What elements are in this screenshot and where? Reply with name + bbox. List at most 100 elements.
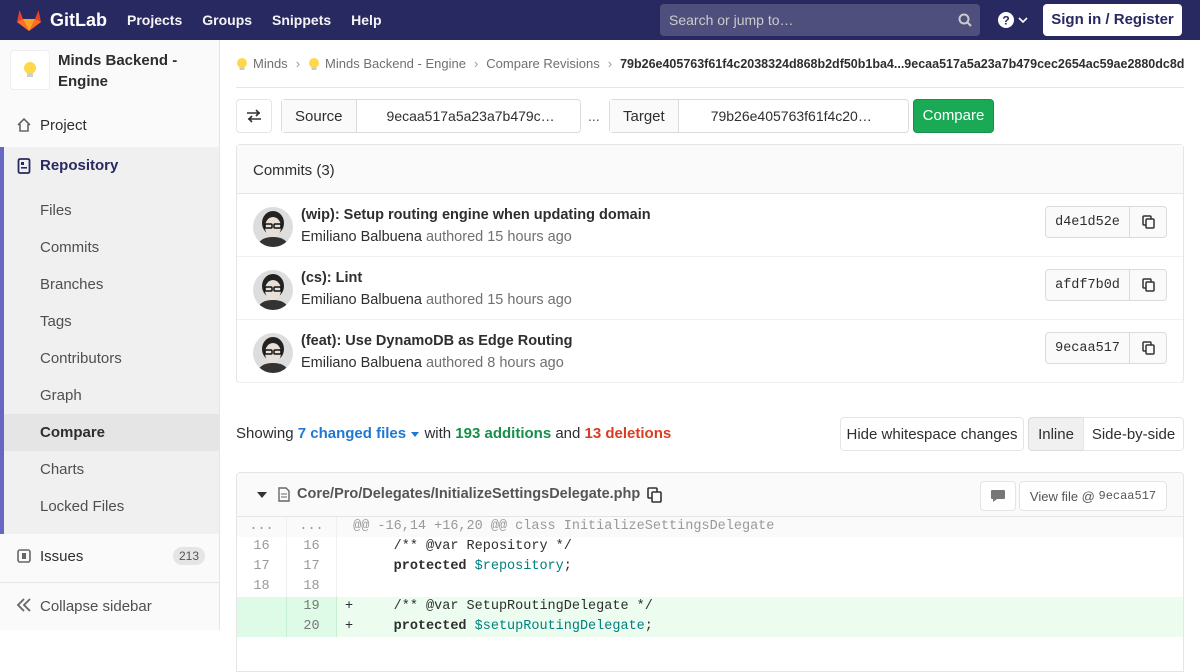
code-variable: $setupRoutingDelegate bbox=[474, 619, 645, 634]
source-selector[interactable]: Source 9ecaa517a5a23a7b479c… bbox=[281, 99, 581, 133]
sidebar-item-tags[interactable]: Tags bbox=[40, 313, 72, 330]
source-value: 9ecaa517a5a23a7b479c… bbox=[386, 108, 555, 124]
nav-groups[interactable]: Groups bbox=[202, 12, 252, 28]
sidebar-item-graph[interactable]: Graph bbox=[40, 387, 82, 404]
sidebar-item-commits[interactable]: Commits bbox=[40, 239, 99, 256]
author-avatar[interactable] bbox=[253, 270, 293, 310]
commit-author[interactable]: Emiliano Balbuena bbox=[301, 292, 422, 308]
breadcrumb-current[interactable]: 79b26e405763f61f4c2038324d868b2df50b1ba4… bbox=[620, 57, 1184, 71]
commit-title[interactable]: (cs): Lint bbox=[301, 270, 362, 286]
diff-line: ...... @@ -16,14 +16,20 @@ class Initial… bbox=[237, 517, 1183, 537]
copy-sha-button[interactable] bbox=[1130, 207, 1166, 237]
code-text: protected bbox=[361, 619, 475, 634]
swap-revisions-button[interactable] bbox=[236, 99, 272, 133]
sidebar-item-project[interactable]: Project bbox=[0, 112, 219, 138]
deletions-count: 13 deletions bbox=[584, 425, 672, 442]
breadcrumb-compare[interactable]: Compare Revisions bbox=[486, 56, 599, 71]
commit-row: (wip): Setup routing engine when updatin… bbox=[237, 194, 1183, 257]
code-text: @@ -16,14 +16,20 @@ class InitializeSett… bbox=[353, 519, 775, 534]
file-icon bbox=[278, 487, 290, 502]
sidebar-item-contributors[interactable]: Contributors bbox=[40, 350, 122, 367]
commit-sha-button[interactable]: 9ecaa517 bbox=[1046, 333, 1130, 363]
target-selector[interactable]: Target 79b26e405763f61f4c20… bbox=[609, 99, 909, 133]
copy-sha-button[interactable] bbox=[1130, 270, 1166, 300]
sign-in-button[interactable]: Sign in / Register bbox=[1043, 4, 1182, 36]
help-dropdown[interactable]: ? bbox=[998, 12, 1028, 28]
commit-author-line: Emiliano Balbuena authored 15 hours ago bbox=[301, 229, 572, 245]
old-line-number[interactable] bbox=[237, 617, 287, 637]
commit-author[interactable]: Emiliano Balbuena bbox=[301, 355, 422, 371]
gitlab-logo[interactable]: GitLab bbox=[16, 8, 107, 32]
sidebar-item-locked-files[interactable]: Locked Files bbox=[40, 498, 124, 515]
code-end: ; bbox=[563, 559, 572, 574]
commit-title[interactable]: (wip): Setup routing engine when updatin… bbox=[301, 207, 651, 223]
target-label: Target bbox=[610, 100, 679, 132]
commit-sha-button[interactable]: d4e1d52e bbox=[1046, 207, 1130, 237]
hide-whitespace-button[interactable]: Hide whitespace changes bbox=[840, 417, 1024, 451]
sidebar-item-files[interactable]: Files bbox=[40, 202, 72, 219]
old-line-number[interactable]: ... bbox=[237, 517, 287, 537]
question-icon: ? bbox=[998, 12, 1014, 28]
old-line-number[interactable] bbox=[237, 597, 287, 617]
code-end: ; bbox=[644, 619, 653, 634]
diff-stats: Showing 7 changed files with 193 additio… bbox=[236, 425, 671, 442]
diff-line: 18 18 bbox=[237, 577, 1183, 597]
new-line-number[interactable]: 16 bbox=[287, 537, 337, 557]
code-variable: $repository bbox=[474, 559, 564, 574]
breadcrumb-minds[interactable]: Minds bbox=[253, 56, 288, 71]
code-text: protected bbox=[361, 559, 475, 574]
author-avatar[interactable] bbox=[253, 207, 293, 247]
old-line-number[interactable]: 18 bbox=[237, 577, 287, 597]
changed-files-label: 7 changed files bbox=[297, 425, 407, 442]
lightbulb-icon bbox=[237, 57, 247, 70]
commit-title[interactable]: (feat): Use DynamoDB as Edge Routing bbox=[301, 333, 573, 349]
compare-ellipsis: ... bbox=[588, 108, 600, 124]
home-icon bbox=[17, 117, 31, 132]
commit-time: authored 8 hours ago bbox=[425, 355, 564, 371]
new-line-number[interactable]: 18 bbox=[287, 577, 337, 597]
author-avatar[interactable] bbox=[253, 333, 293, 373]
collapse-caret-icon[interactable] bbox=[257, 491, 267, 499]
breadcrumb-project[interactable]: Minds Backend - Engine bbox=[325, 56, 466, 71]
copy-icon bbox=[1141, 341, 1155, 355]
sidebar-item-charts[interactable]: Charts bbox=[40, 461, 84, 478]
comment-button[interactable] bbox=[980, 481, 1016, 511]
commit-row: (feat): Use DynamoDB as Edge Routing Emi… bbox=[237, 320, 1183, 383]
code-sign bbox=[345, 579, 353, 594]
sidebar-item-compare[interactable]: Compare bbox=[40, 424, 105, 441]
commit-author-line: Emiliano Balbuena authored 15 hours ago bbox=[301, 292, 572, 308]
copy-icon[interactable] bbox=[647, 487, 662, 503]
old-line-number[interactable]: 16 bbox=[237, 537, 287, 557]
view-file-label: View file @ bbox=[1029, 488, 1095, 504]
view-file-button[interactable]: View file @ 9ecaa517 bbox=[1019, 481, 1167, 511]
code-sign bbox=[345, 559, 353, 574]
new-line-number[interactable]: 20 bbox=[287, 617, 337, 637]
chevron-down-icon bbox=[1018, 17, 1028, 24]
new-line-number[interactable]: 19 bbox=[287, 597, 337, 617]
new-line-number[interactable]: ... bbox=[287, 517, 337, 537]
diff-line: 19 + /** @var SetupRoutingDelegate */ bbox=[237, 597, 1183, 617]
new-line-number[interactable]: 17 bbox=[287, 557, 337, 577]
copy-icon bbox=[1141, 278, 1155, 292]
old-line-number[interactable]: 17 bbox=[237, 557, 287, 577]
collapse-sidebar-button[interactable]: Collapse sidebar bbox=[0, 582, 219, 630]
compare-button[interactable]: Compare bbox=[913, 99, 994, 133]
code-sign: + bbox=[345, 619, 354, 634]
changed-files-dropdown[interactable]: 7 changed files bbox=[298, 425, 421, 442]
inline-view-button[interactable]: Inline bbox=[1028, 417, 1084, 451]
repository-icon bbox=[17, 157, 31, 174]
sidebar-item-issues[interactable]: Issues 213 bbox=[0, 543, 219, 569]
sidebar-item-branches[interactable]: Branches bbox=[40, 276, 103, 293]
sidebar-item-label: Repository bbox=[40, 157, 119, 174]
file-path[interactable]: Core/Pro/Delegates/InitializeSettingsDel… bbox=[297, 486, 640, 502]
commit-sha-button[interactable]: afdf7b0d bbox=[1046, 270, 1130, 300]
nav-help[interactable]: Help bbox=[351, 12, 381, 28]
commit-author[interactable]: Emiliano Balbuena bbox=[301, 229, 422, 245]
copy-sha-button[interactable] bbox=[1130, 333, 1166, 363]
nav-projects[interactable]: Projects bbox=[127, 12, 182, 28]
search-input[interactable]: Search or jump to… bbox=[660, 4, 980, 36]
nav-snippets[interactable]: Snippets bbox=[272, 12, 331, 28]
search-icon bbox=[958, 13, 972, 27]
side-by-side-button[interactable]: Side-by-side bbox=[1083, 417, 1184, 451]
sidebar-item-repository[interactable]: Repository bbox=[4, 157, 118, 174]
